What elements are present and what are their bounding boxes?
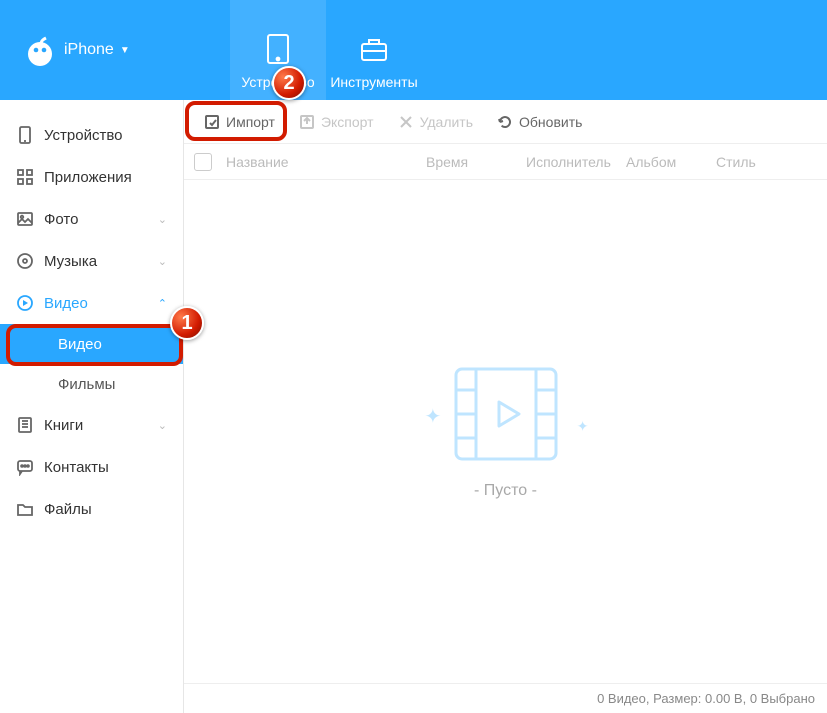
top-tabs: Устройство Инструменты (230, 0, 422, 100)
sparkle-icon: ✦ (425, 404, 442, 429)
step-badge-2: 2 (272, 66, 306, 100)
sidebar-sub-video[interactable]: Видео (0, 324, 183, 364)
sidebar-sub-label: Фильмы (58, 376, 115, 393)
chevron-up-icon: ⌃ (158, 297, 167, 310)
sidebar-item-photos[interactable]: Фото ⌄ (0, 198, 183, 240)
sidebar-label: Фото (44, 211, 78, 228)
book-icon (16, 416, 34, 434)
col-artist[interactable]: Исполнитель (526, 154, 626, 170)
empty-state: ✦ ✦ - Пусто - (184, 180, 827, 683)
tab-tools-label: Инструменты (330, 74, 417, 90)
chevron-down-icon: ⌄ (158, 213, 167, 226)
tablet-icon (261, 32, 295, 66)
import-icon (204, 114, 220, 130)
export-label: Экспорт (321, 114, 374, 130)
content: Импорт Экспорт Удалить Обновить Название… (184, 100, 827, 713)
sidebar-item-books[interactable]: Книги ⌄ (0, 404, 183, 446)
export-icon (299, 114, 315, 130)
header: iPhone ▼ Устройство Инструменты (0, 0, 827, 100)
chevron-down-icon: ▼ (120, 45, 130, 56)
empty-illustration: ✦ ✦ (451, 364, 561, 464)
sidebar-label: Приложения (44, 169, 132, 186)
main: Устройство Приложения Фото ⌄ Музыка ⌄ Ви… (0, 100, 827, 713)
sidebar-item-contacts[interactable]: Контакты (0, 446, 183, 488)
col-name[interactable]: Название (226, 154, 426, 170)
import-label: Импорт (226, 114, 275, 130)
phone-icon (16, 126, 34, 144)
chevron-down-icon: ⌄ (158, 419, 167, 432)
device-name: iPhone (64, 41, 114, 59)
device-selector[interactable]: iPhone ▼ (0, 0, 230, 100)
refresh-icon (497, 114, 513, 130)
step-badge-1: 1 (170, 306, 204, 340)
image-icon (16, 210, 34, 228)
delete-icon (398, 114, 414, 130)
refresh-label: Обновить (519, 114, 582, 130)
select-all-checkbox[interactable] (194, 153, 212, 171)
music-icon (16, 252, 34, 270)
sidebar-item-video[interactable]: Видео ⌃ (0, 282, 183, 324)
delete-label: Удалить (420, 114, 473, 130)
column-headers: Название Время Исполнитель Альбом Стиль (184, 144, 827, 180)
play-circle-icon (16, 294, 34, 312)
sidebar-item-music[interactable]: Музыка ⌄ (0, 240, 183, 282)
folder-icon (16, 500, 34, 518)
grid-icon (16, 168, 34, 186)
sparkle-icon: ✦ (577, 418, 589, 435)
film-play-icon (451, 364, 561, 464)
sidebar-item-apps[interactable]: Приложения (0, 156, 183, 198)
toolbox-icon (357, 32, 391, 66)
col-style[interactable]: Стиль (716, 154, 776, 170)
toolbar: Импорт Экспорт Удалить Обновить (184, 100, 827, 144)
sidebar-label: Файлы (44, 501, 92, 518)
sidebar: Устройство Приложения Фото ⌄ Музыка ⌄ Ви… (0, 100, 184, 713)
sidebar-label: Книги (44, 417, 83, 434)
tab-tools[interactable]: Инструменты (326, 0, 422, 100)
sidebar-label: Видео (44, 295, 88, 312)
empty-text: - Пусто - (474, 482, 537, 500)
sidebar-label: Контакты (44, 459, 109, 476)
chat-icon (16, 458, 34, 476)
export-button: Экспорт (289, 108, 384, 136)
sidebar-sub-label: Видео (58, 336, 102, 353)
refresh-button[interactable]: Обновить (487, 108, 592, 136)
sidebar-item-device[interactable]: Устройство (0, 114, 183, 156)
chevron-down-icon: ⌄ (158, 255, 167, 268)
sidebar-sub-movies[interactable]: Фильмы (0, 364, 183, 404)
col-album[interactable]: Альбом (626, 154, 716, 170)
delete-button: Удалить (388, 108, 483, 136)
status-text: 0 Видео, Размер: 0.00 B, 0 Выбрано (597, 691, 815, 706)
import-button[interactable]: Импорт (194, 108, 285, 136)
sidebar-item-files[interactable]: Файлы (0, 488, 183, 530)
status-bar: 0 Видео, Размер: 0.00 B, 0 Выбрано (184, 683, 827, 713)
sidebar-label: Устройство (44, 127, 122, 144)
col-time[interactable]: Время (426, 154, 526, 170)
app-logo-icon (22, 32, 58, 68)
sidebar-label: Музыка (44, 253, 97, 270)
